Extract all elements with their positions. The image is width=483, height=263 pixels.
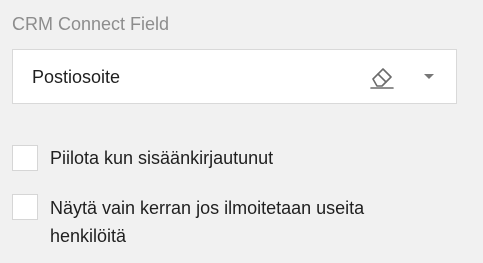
crm-field-settings-panel: CRM Connect Field Postiosoite Piilota ku…	[0, 0, 483, 263]
field-label: CRM Connect Field	[12, 14, 170, 34]
option-show-once-multiple-persons[interactable]: Näytä vain kerran jos ilmoitetaan useita…	[12, 194, 420, 250]
hide-when-logged-in-label: Piilota kun sisäänkirjautunut	[50, 148, 274, 168]
selected-value: Postiosoite	[32, 67, 121, 87]
show-once-multiple-persons-label: Näytä vain kerran jos ilmoitetaan useita…	[50, 198, 365, 246]
chevron-down-icon[interactable]	[422, 72, 436, 82]
eraser-icon[interactable]	[368, 64, 396, 90]
crm-field-select[interactable]: Postiosoite	[12, 49, 457, 104]
hide-when-logged-in-checkbox[interactable]	[12, 145, 38, 171]
option-hide-when-logged-in[interactable]: Piilota kun sisäänkirjautunut	[12, 145, 420, 172]
show-once-multiple-persons-checkbox[interactable]	[12, 194, 38, 220]
